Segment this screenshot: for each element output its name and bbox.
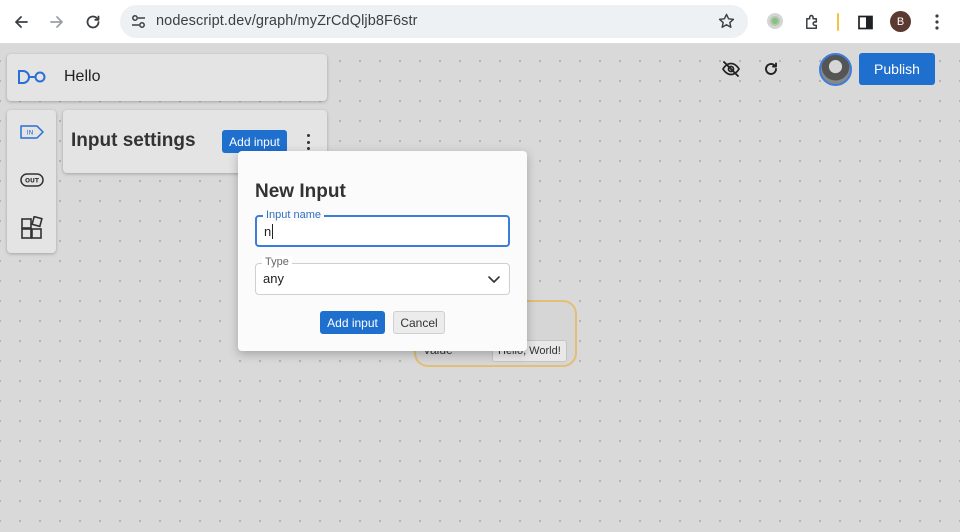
address-bar[interactable]: nodescript.dev/graph/myZrCdQljb8F6str bbox=[120, 5, 748, 38]
refresh-button[interactable] bbox=[760, 58, 782, 80]
in-tag-icon: IN bbox=[20, 125, 44, 139]
text-caret bbox=[272, 224, 274, 239]
tool-rail: IN OUT bbox=[7, 110, 56, 253]
side-panel-button[interactable] bbox=[853, 10, 877, 34]
graph-title-bar: Hello bbox=[7, 54, 327, 101]
arrow-right-icon bbox=[50, 16, 63, 28]
add-input-button[interactable]: Add input bbox=[222, 130, 287, 153]
tune-icon[interactable] bbox=[130, 13, 147, 30]
type-label: Type bbox=[262, 256, 292, 268]
toolbar-divider bbox=[837, 13, 839, 31]
back-button[interactable] bbox=[9, 10, 33, 34]
refresh-icon bbox=[765, 62, 777, 75]
user-avatar[interactable] bbox=[819, 53, 852, 86]
nodescript-logo-icon[interactable] bbox=[17, 69, 47, 85]
browser-toolbar: nodescript.dev/graph/myZrCdQljb8F6str B bbox=[0, 0, 960, 44]
graph-name[interactable]: Hello bbox=[64, 68, 100, 86]
type-select[interactable]: Type any bbox=[255, 256, 510, 295]
star-icon[interactable] bbox=[717, 12, 736, 31]
green-dot-extension-icon[interactable] bbox=[767, 13, 783, 29]
type-selected-value[interactable]: any bbox=[263, 271, 284, 286]
publish-button[interactable]: Publish bbox=[859, 53, 935, 85]
eye-off-icon bbox=[722, 61, 740, 77]
out-tag-text: OUT bbox=[25, 178, 40, 185]
new-input-dialog: New Input Input name n Type any Add inpu… bbox=[238, 151, 527, 351]
rail-item-modules[interactable] bbox=[19, 215, 45, 241]
side-panel-icon bbox=[857, 15, 873, 29]
extensions-button[interactable] bbox=[800, 10, 824, 34]
reload-button[interactable] bbox=[81, 10, 105, 34]
module-grid-icon bbox=[21, 216, 43, 239]
toggle-visibility-button[interactable] bbox=[720, 58, 742, 80]
forward-button[interactable] bbox=[45, 10, 69, 34]
rail-item-output[interactable]: OUT bbox=[19, 167, 45, 193]
input-name-label: Input name bbox=[263, 209, 325, 221]
input-settings-menu-icon[interactable] bbox=[303, 134, 313, 150]
browser-menu-button[interactable] bbox=[925, 10, 949, 34]
in-tag-text: IN bbox=[27, 129, 34, 137]
input-name-value[interactable]: n bbox=[264, 224, 271, 239]
chevron-down-icon[interactable] bbox=[487, 272, 501, 286]
dialog-cancel-button[interactable]: Cancel bbox=[393, 311, 445, 334]
arrow-left-icon bbox=[15, 16, 28, 28]
reload-icon bbox=[86, 15, 100, 29]
input-name-field[interactable]: Input name n bbox=[255, 209, 510, 247]
dialog-title: New Input bbox=[255, 181, 346, 202]
profile-avatar[interactable]: B bbox=[890, 11, 911, 32]
input-settings-title: Input settings bbox=[71, 130, 196, 151]
puzzle-icon bbox=[805, 14, 817, 29]
out-tag-icon: OUT bbox=[20, 173, 44, 187]
rail-item-inputs[interactable]: IN bbox=[19, 119, 45, 145]
dialog-add-input-button[interactable]: Add input bbox=[320, 311, 385, 334]
url-text[interactable]: nodescript.dev/graph/myZrCdQljb8F6str bbox=[156, 13, 418, 29]
kebab-vertical-icon bbox=[935, 14, 939, 30]
